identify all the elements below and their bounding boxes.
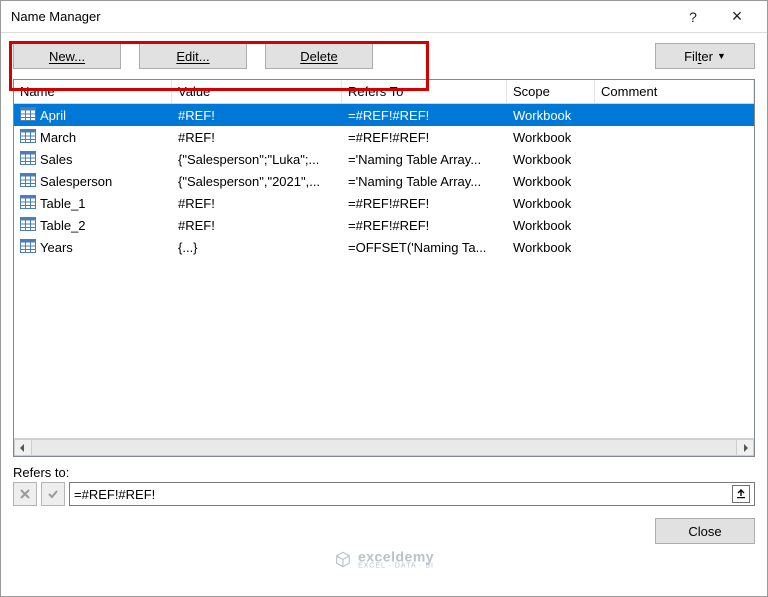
header-name[interactable]: Name xyxy=(14,80,172,103)
cell-refers: =#REF!#REF! xyxy=(342,130,507,145)
title-bar: Name Manager ? × xyxy=(1,1,767,33)
cell-value: #REF! xyxy=(172,196,342,211)
cell-value: #REF! xyxy=(172,108,342,123)
cell-value: {...} xyxy=(172,240,342,255)
filter-button[interactable]: Filter▼ xyxy=(655,43,755,69)
table-row[interactable]: March#REF!=#REF!#REF!Workbook xyxy=(14,126,754,148)
delete-button[interactable]: Delete xyxy=(265,43,373,69)
confirm-edit-button[interactable] xyxy=(41,482,65,506)
cell-name: Table_2 xyxy=(14,217,172,234)
cell-name: Table_1 xyxy=(14,195,172,212)
cell-refers: ='Naming Table Array... xyxy=(342,174,507,189)
chevron-down-icon: ▼ xyxy=(717,51,726,61)
close-button[interactable]: Close xyxy=(655,518,755,544)
cell-value: #REF! xyxy=(172,130,342,145)
table-icon xyxy=(20,195,36,212)
table-icon xyxy=(20,107,36,124)
table-row[interactable]: Years{...}=OFFSET('Naming Ta...Workbook xyxy=(14,236,754,258)
table-row[interactable]: Sales{"Salesperson";"Luka";...='Naming T… xyxy=(14,148,754,170)
cell-value: {"Salesperson";"Luka";... xyxy=(172,152,342,167)
cell-refers: =#REF!#REF! xyxy=(342,196,507,211)
cancel-edit-button[interactable] xyxy=(13,482,37,506)
cell-refers: =#REF!#REF! xyxy=(342,218,507,233)
cell-name: Sales xyxy=(14,151,172,168)
header-scope[interactable]: Scope xyxy=(507,80,595,103)
toolbar: New... Edit... Delete Filter▼ xyxy=(1,33,767,79)
cell-refers: =#REF!#REF! xyxy=(342,108,507,123)
cell-scope: Workbook xyxy=(507,152,595,167)
cell-name: Salesperson xyxy=(14,173,172,190)
header-refers[interactable]: Refers To xyxy=(342,80,507,103)
table-icon xyxy=(20,239,36,256)
table-icon xyxy=(20,151,36,168)
new-button[interactable]: New... xyxy=(13,43,121,69)
scroll-track[interactable] xyxy=(32,439,736,456)
window-title: Name Manager xyxy=(11,9,671,24)
table-icon xyxy=(20,173,36,190)
column-headers: Name Value Refers To Scope Comment xyxy=(14,80,754,104)
collapse-dialog-icon[interactable] xyxy=(732,485,750,503)
refers-to-input[interactable]: =#REF!#REF! xyxy=(69,482,755,506)
horizontal-scrollbar[interactable] xyxy=(14,438,754,456)
dialog-footer: Close xyxy=(1,506,767,556)
cell-scope: Workbook xyxy=(507,196,595,211)
cell-scope: Workbook xyxy=(507,174,595,189)
cell-scope: Workbook xyxy=(507,240,595,255)
cell-scope: Workbook xyxy=(507,108,595,123)
name-list: Name Value Refers To Scope Comment April… xyxy=(13,79,755,457)
table-row[interactable]: Table_2#REF!=#REF!#REF!Workbook xyxy=(14,214,754,236)
header-comment[interactable]: Comment xyxy=(595,80,754,103)
refers-to-label: Refers to: xyxy=(13,465,755,480)
table-row[interactable]: Table_1#REF!=#REF!#REF!Workbook xyxy=(14,192,754,214)
cell-refers: ='Naming Table Array... xyxy=(342,152,507,167)
cell-name: Years xyxy=(14,239,172,256)
cell-scope: Workbook xyxy=(507,130,595,145)
cell-value: {"Salesperson","2021",... xyxy=(172,174,342,189)
rows-container: April#REF!=#REF!#REF!WorkbookMarch#REF!=… xyxy=(14,104,754,438)
cell-refers: =OFFSET('Naming Ta... xyxy=(342,240,507,255)
scroll-right-icon[interactable] xyxy=(736,439,754,456)
table-row[interactable]: April#REF!=#REF!#REF!Workbook xyxy=(14,104,754,126)
table-row[interactable]: Salesperson{"Salesperson","2021",...='Na… xyxy=(14,170,754,192)
cell-value: #REF! xyxy=(172,218,342,233)
table-icon xyxy=(20,217,36,234)
edit-button[interactable]: Edit... xyxy=(139,43,247,69)
table-icon xyxy=(20,129,36,146)
cell-name: March xyxy=(14,129,172,146)
cell-name: April xyxy=(14,107,172,124)
refers-to-row: =#REF!#REF! xyxy=(13,482,755,506)
header-value[interactable]: Value xyxy=(172,80,342,103)
help-button[interactable]: ? xyxy=(671,2,715,32)
scroll-left-icon[interactable] xyxy=(14,439,32,456)
cell-scope: Workbook xyxy=(507,218,595,233)
close-window-button[interactable]: × xyxy=(715,2,759,32)
